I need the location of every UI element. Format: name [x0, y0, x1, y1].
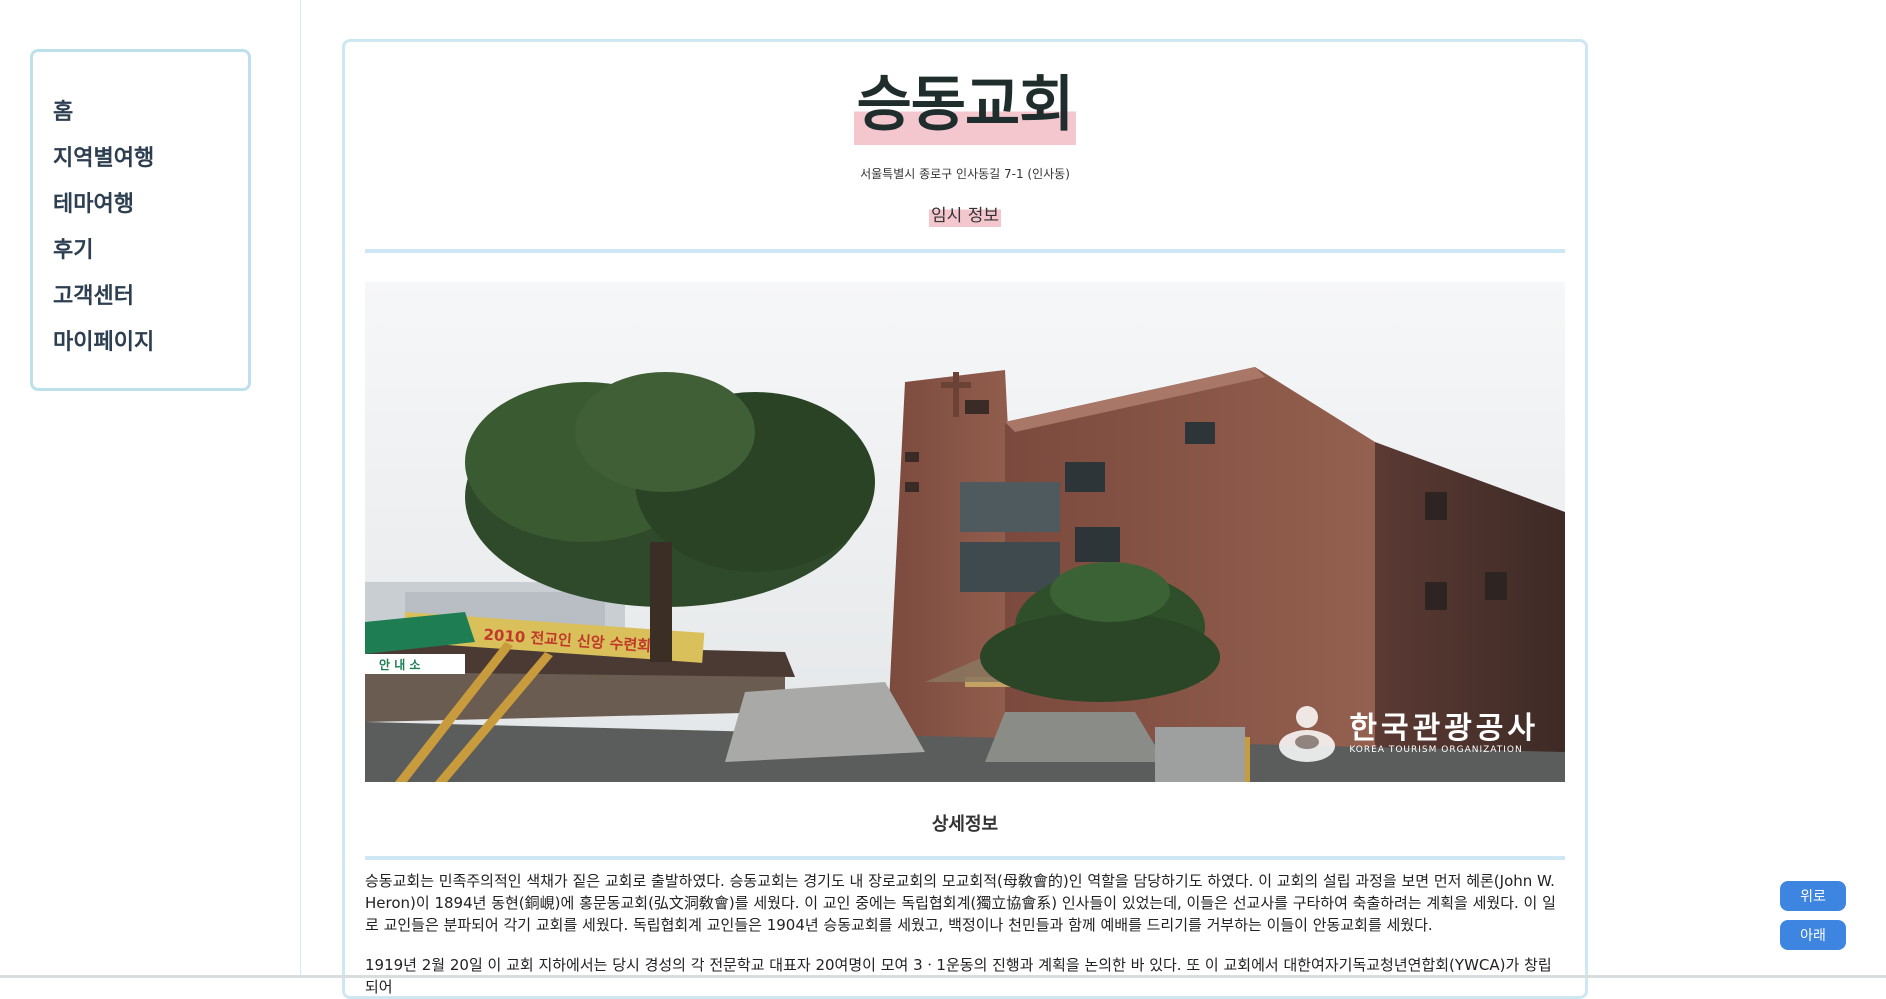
temp-info-label: 임시 정보: [929, 200, 1001, 227]
place-detail-card: 승동교회 서울특별시 종로구 인사동길 7-1 (인사동) 임시 정보 2010…: [342, 39, 1588, 999]
temp-info-wrap: 임시 정보: [345, 200, 1585, 227]
title-wrap: 승동교회: [345, 65, 1585, 145]
detail-description: 승동교회는 민족주의적인 색채가 짙은 교회로 출발하였다. 승동교회는 경기도…: [365, 870, 1565, 996]
side-navigation: 홈 지역별여행 테마여행 후기 고객센터 마이페이지: [30, 49, 251, 391]
nav-item-regional-travel[interactable]: 지역별여행: [53, 136, 248, 182]
nav-item-mypage[interactable]: 마이페이지: [53, 320, 248, 366]
nav-item-home[interactable]: 홈: [53, 90, 248, 136]
detail-divider: [365, 856, 1565, 860]
header-divider: [365, 249, 1565, 253]
nav-item-customer-center[interactable]: 고객센터: [53, 274, 248, 320]
watermark-name: 한국관광공사: [1349, 711, 1539, 746]
description-paragraph-1: 승동교회는 민족주의적인 색채가 짙은 교회로 출발하였다. 승동교회는 경기도…: [365, 872, 1556, 934]
place-title: 승동교회: [853, 65, 1077, 145]
tourism-watermark: 한국관광공사 KOREA TOURISM ORGANIZATION: [1275, 702, 1539, 766]
nav-item-reviews[interactable]: 후기: [53, 228, 248, 274]
watermark-text: 한국관광공사 KOREA TOURISM ORGANIZATION: [1349, 711, 1539, 756]
tourism-logo-icon: [1279, 706, 1336, 762]
scroll-down-button[interactable]: 아래: [1780, 920, 1846, 950]
nav-list: 홈 지역별여행 테마여행 후기 고객센터 마이페이지: [33, 52, 248, 366]
place-photo: 2010 전교인 신앙 수련회 안 내 소 한국관광공사 KOREA TOURI…: [365, 282, 1565, 782]
tent-text: 안 내 소: [379, 657, 420, 672]
detail-heading: 상세정보: [931, 814, 999, 835]
scroll-up-button[interactable]: 위로: [1780, 881, 1846, 911]
watermark-sub: KOREA TOURISM ORGANIZATION: [1349, 745, 1523, 755]
place-address: 서울특별시 종로구 인사동길 7-1 (인사동): [860, 167, 1070, 181]
nav-item-theme-travel[interactable]: 테마여행: [53, 182, 248, 228]
sidebar-divider: [300, 0, 301, 978]
